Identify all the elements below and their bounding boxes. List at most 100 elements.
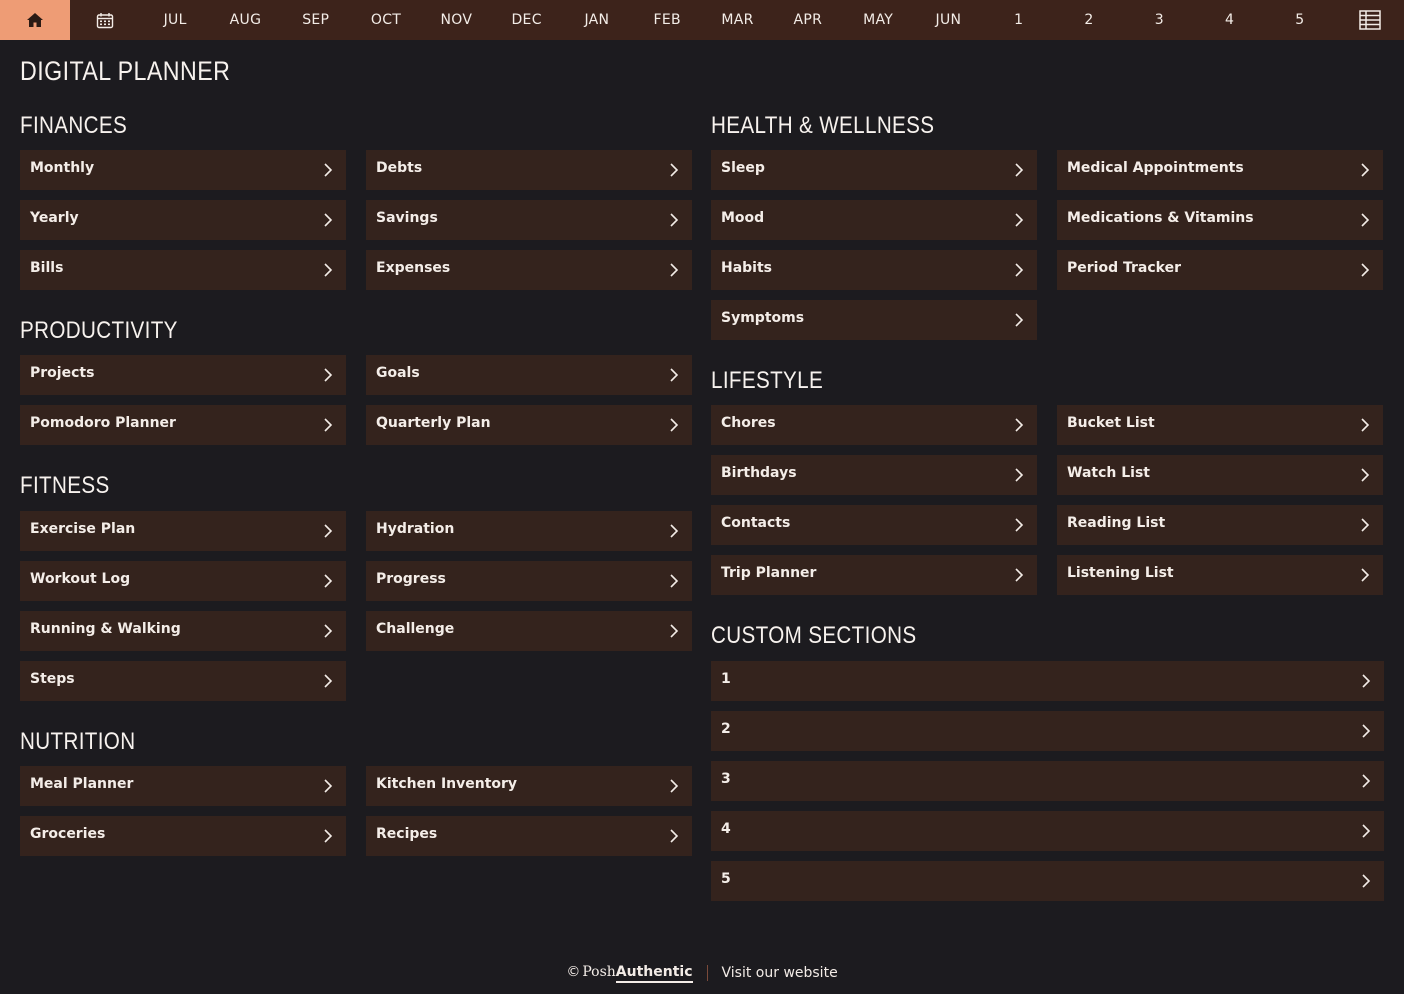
link-label: Steps <box>30 671 75 687</box>
nav-custom-3[interactable]: 3 <box>1124 0 1194 40</box>
link-watch-list[interactable]: Watch List <box>1057 455 1383 495</box>
brand-logo[interactable]: © Posh Authentic <box>566 963 693 983</box>
link-projects[interactable]: Projects <box>20 355 346 395</box>
chevron-right-icon <box>670 829 679 843</box>
link-label: Challenge <box>376 621 455 637</box>
nav-mar[interactable]: MAR <box>702 0 772 40</box>
link-bills[interactable]: Bills <box>20 250 346 290</box>
footer-divider <box>706 965 708 981</box>
nav-apr[interactable]: APR <box>773 0 843 40</box>
chevron-right-icon <box>324 368 333 382</box>
link-label: Kitchen Inventory <box>376 776 518 792</box>
chevron-right-icon <box>1361 468 1370 482</box>
chevron-right-icon <box>1015 213 1024 227</box>
link-debts[interactable]: Debts <box>366 150 692 190</box>
nav-aug[interactable]: AUG <box>210 0 280 40</box>
index-button[interactable] <box>1358 8 1382 32</box>
custom-sections-title: CUSTOM SECTIONS <box>711 622 917 649</box>
link-birthdays[interactable]: Birthdays <box>711 455 1037 495</box>
link-custom-4[interactable]: 4 <box>711 811 1384 851</box>
chevron-right-icon <box>670 624 679 638</box>
link-label: Quarterly Plan <box>376 415 491 431</box>
nav-custom-5[interactable]: 5 <box>1265 0 1335 40</box>
link-label: Contacts <box>721 515 791 531</box>
link-trip-planner[interactable]: Trip Planner <box>711 555 1037 595</box>
link-yearly[interactable]: Yearly <box>20 200 346 240</box>
link-label: Mood <box>721 210 765 226</box>
link-label: Reading List <box>1067 515 1166 531</box>
link-label: Bucket List <box>1067 415 1155 431</box>
nav-custom-2[interactable]: 2 <box>1054 0 1124 40</box>
link-symptoms[interactable]: Symptoms <box>711 300 1037 340</box>
finances-title: FINANCES <box>20 112 128 139</box>
footer: © Posh Authentic Visit our website <box>0 960 1404 986</box>
link-medical-appointments[interactable]: Medical Appointments <box>1057 150 1383 190</box>
chevron-right-icon <box>670 368 679 382</box>
link-exercise-plan[interactable]: Exercise Plan <box>20 511 346 551</box>
chevron-right-icon <box>324 213 333 227</box>
copyright-symbol: © <box>566 963 581 980</box>
home-button[interactable] <box>0 0 70 40</box>
link-bucket-list[interactable]: Bucket List <box>1057 405 1383 445</box>
link-meal-planner[interactable]: Meal Planner <box>20 766 346 806</box>
nav-sep[interactable]: SEP <box>281 0 351 40</box>
link-medications-vitamins[interactable]: Medications & Vitamins <box>1057 200 1383 240</box>
chevron-right-icon <box>1362 674 1371 688</box>
chevron-right-icon <box>324 779 333 793</box>
link-challenge[interactable]: Challenge <box>366 611 692 651</box>
link-label: Savings <box>376 210 438 226</box>
link-label: Debts <box>376 160 423 176</box>
visit-website-link[interactable]: Visit our website <box>722 965 838 981</box>
link-sleep[interactable]: Sleep <box>711 150 1037 190</box>
link-contacts[interactable]: Contacts <box>711 505 1037 545</box>
link-custom-2[interactable]: 2 <box>711 711 1384 751</box>
chevron-right-icon <box>324 163 333 177</box>
link-mood[interactable]: Mood <box>711 200 1037 240</box>
link-hydration[interactable]: Hydration <box>366 511 692 551</box>
link-chores[interactable]: Chores <box>711 405 1037 445</box>
link-pomodoro-planner[interactable]: Pomodoro Planner <box>20 405 346 445</box>
nav-custom-1[interactable]: 1 <box>984 0 1054 40</box>
nav-jan[interactable]: JAN <box>562 0 632 40</box>
chevron-right-icon <box>324 418 333 432</box>
brand-name-part-1: Posh <box>582 963 616 980</box>
link-label: Birthdays <box>721 465 797 481</box>
link-custom-5[interactable]: 5 <box>711 861 1384 901</box>
link-label: Habits <box>721 260 773 276</box>
calendar-icon <box>96 12 114 28</box>
nav-custom-4[interactable]: 4 <box>1194 0 1264 40</box>
nav-may[interactable]: MAY <box>843 0 913 40</box>
link-label: Trip Planner <box>721 565 817 581</box>
nav-jul[interactable]: JUL <box>140 0 210 40</box>
link-expenses[interactable]: Expenses <box>366 250 692 290</box>
link-steps[interactable]: Steps <box>20 661 346 701</box>
link-groceries[interactable]: Groceries <box>20 816 346 856</box>
brand-name-part-2: Authentic <box>615 964 693 983</box>
chevron-right-icon <box>1015 568 1024 582</box>
nav-feb[interactable]: FEB <box>632 0 702 40</box>
nav-dec[interactable]: DEC <box>491 0 561 40</box>
link-recipes[interactable]: Recipes <box>366 816 692 856</box>
link-label: Progress <box>376 571 446 587</box>
chevron-right-icon <box>1015 163 1024 177</box>
link-monthly[interactable]: Monthly <box>20 150 346 190</box>
link-custom-3[interactable]: 3 <box>711 761 1384 801</box>
link-label: Sleep <box>721 160 765 176</box>
link-habits[interactable]: Habits <box>711 250 1037 290</box>
link-quarterly-plan[interactable]: Quarterly Plan <box>366 405 692 445</box>
link-custom-1[interactable]: 1 <box>711 661 1384 701</box>
link-savings[interactable]: Savings <box>366 200 692 240</box>
link-listening-list[interactable]: Listening List <box>1057 555 1383 595</box>
calendar-button[interactable] <box>70 0 140 40</box>
nav-oct[interactable]: OCT <box>351 0 421 40</box>
link-reading-list[interactable]: Reading List <box>1057 505 1383 545</box>
link-goals[interactable]: Goals <box>366 355 692 395</box>
link-progress[interactable]: Progress <box>366 561 692 601</box>
link-kitchen-inventory[interactable]: Kitchen Inventory <box>366 766 692 806</box>
chevron-right-icon <box>670 524 679 538</box>
nav-jun[interactable]: JUN <box>913 0 983 40</box>
link-running-walking[interactable]: Running & Walking <box>20 611 346 651</box>
nav-nov[interactable]: NOV <box>421 0 491 40</box>
link-workout-log[interactable]: Workout Log <box>20 561 346 601</box>
link-period-tracker[interactable]: Period Tracker <box>1057 250 1383 290</box>
